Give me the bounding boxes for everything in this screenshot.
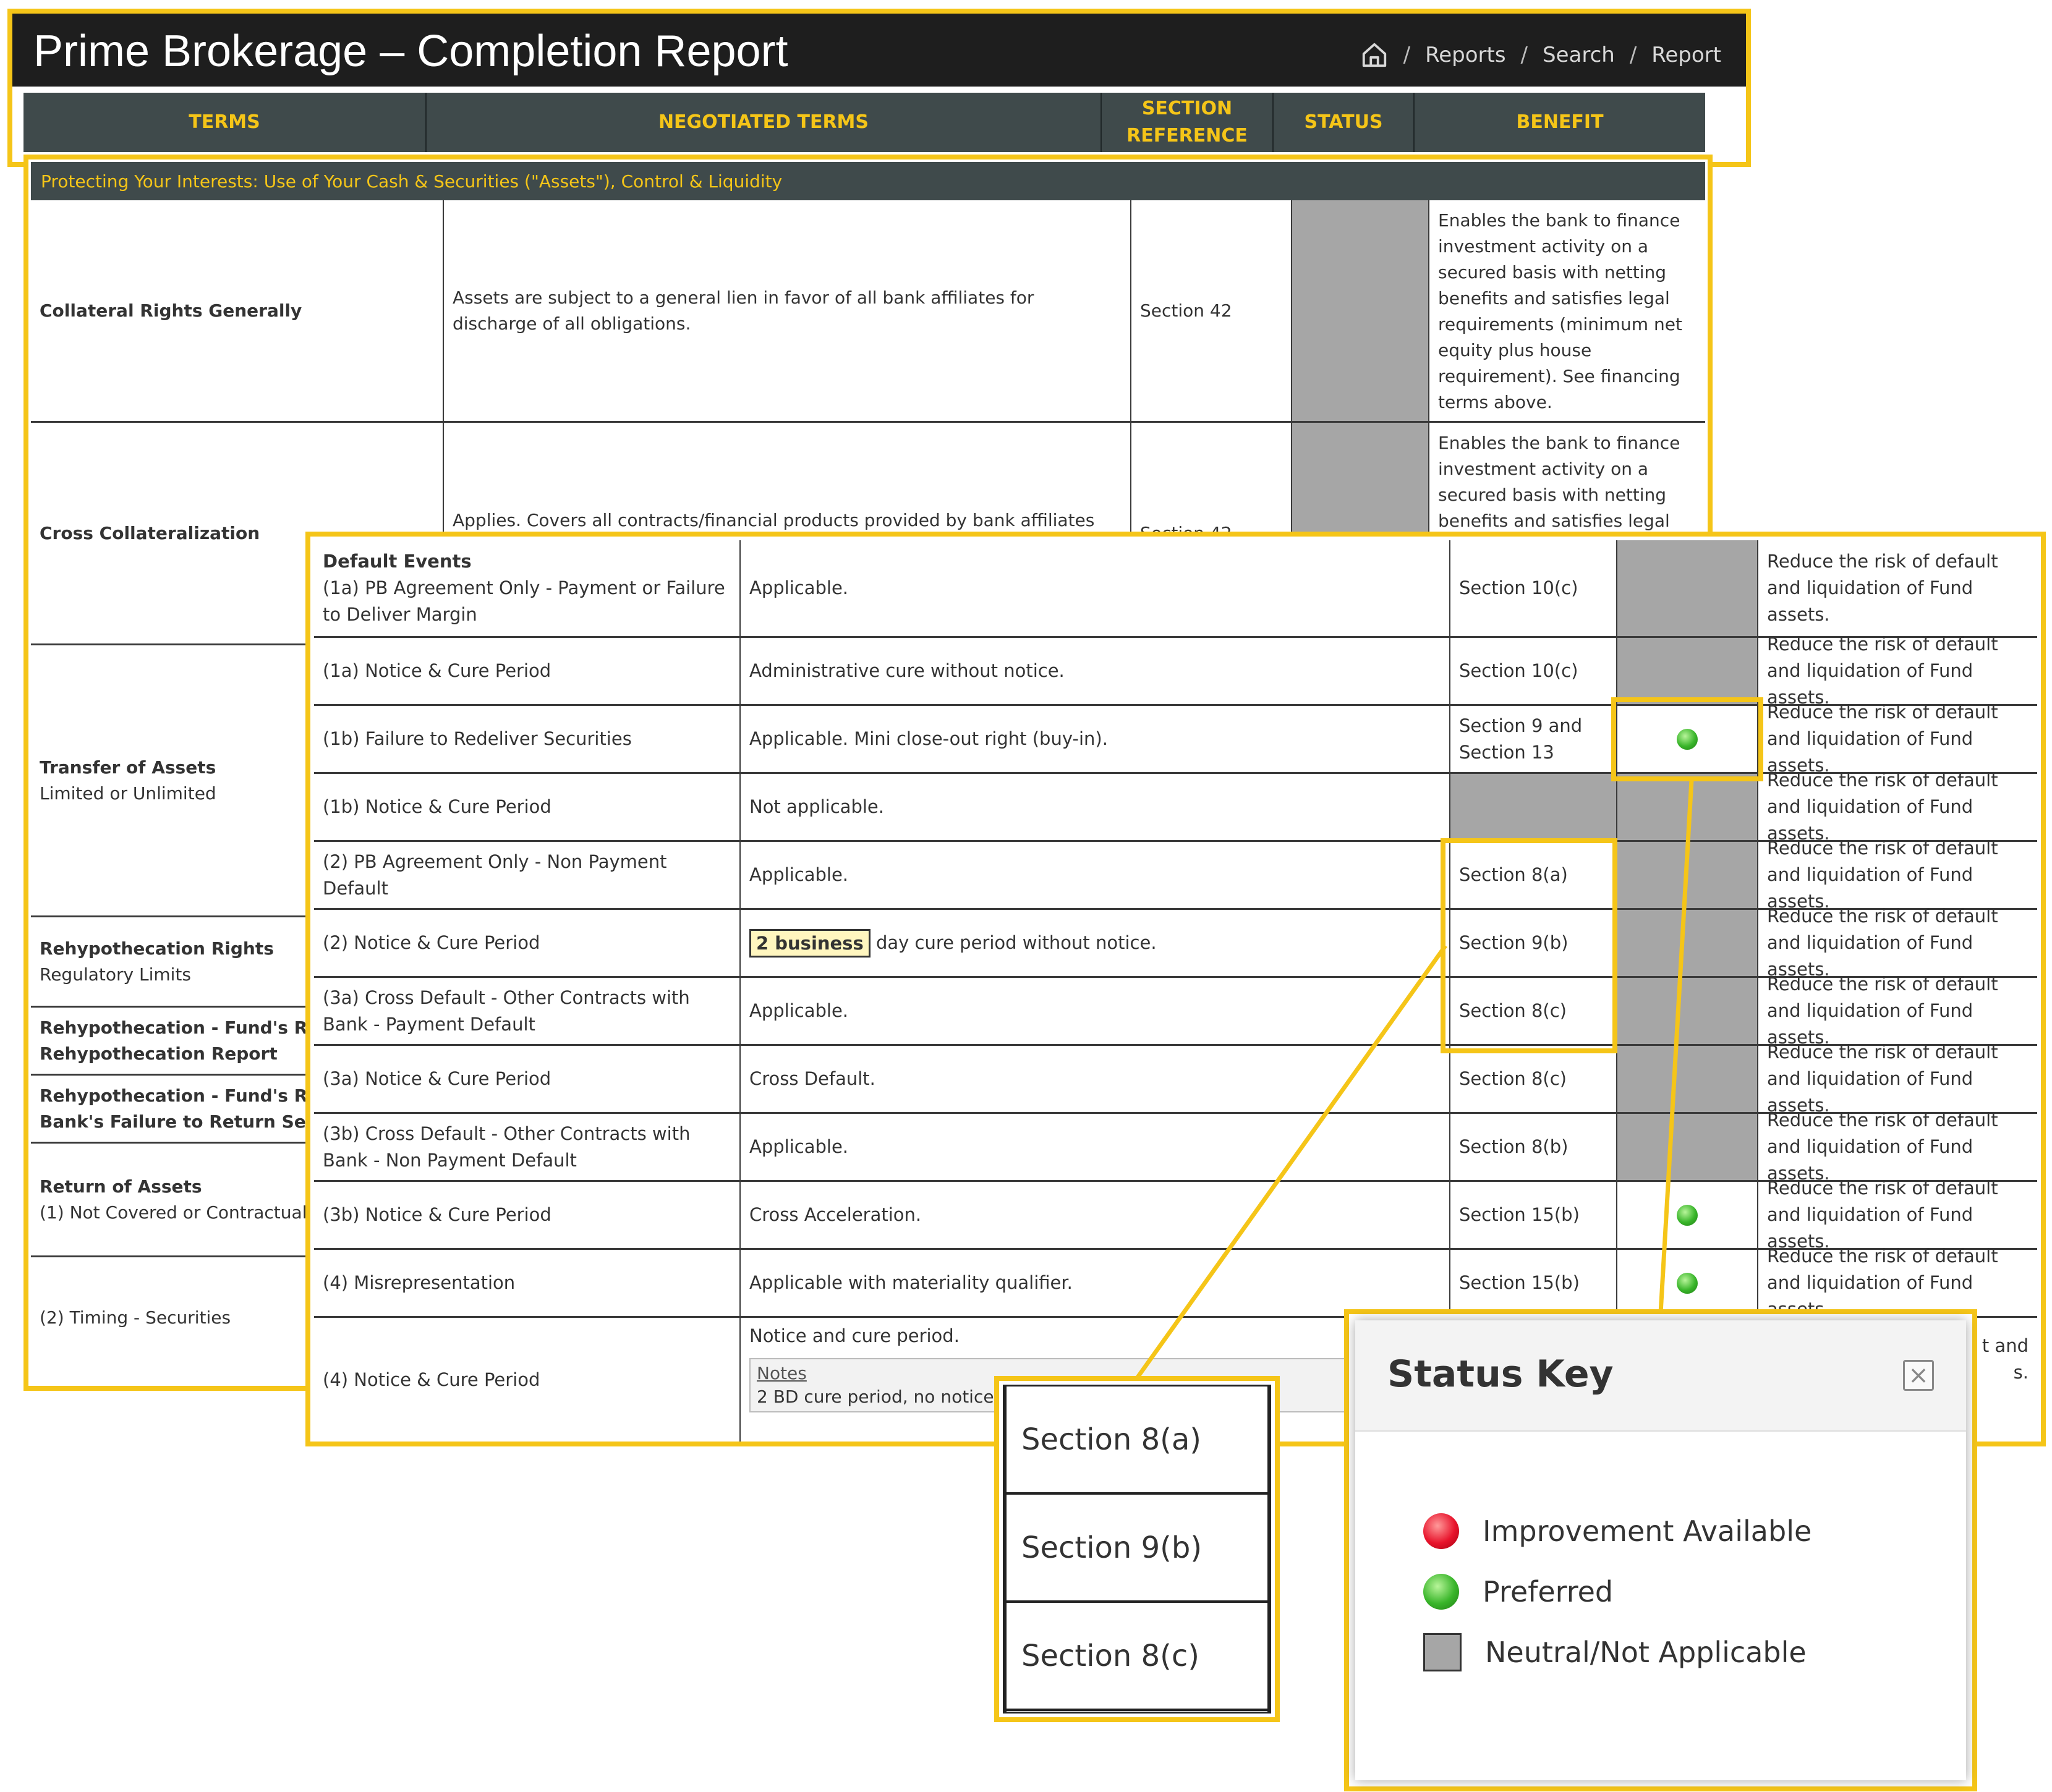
status-key-dialog: Status Key × Improvement Available Prefe… — [1355, 1320, 1966, 1780]
green-dot-icon — [1423, 1574, 1459, 1610]
connector-line — [1658, 779, 1694, 1314]
zoom-section-8a: Section 8(a) — [1007, 1386, 1267, 1495]
gray-square-icon — [1423, 1633, 1462, 1671]
status-key-header: Status Key × — [1355, 1320, 1966, 1432]
section-zoom: Section 8(a) Section 9(b) Section 8(c) — [1003, 1385, 1271, 1713]
key-item-neutral: Neutral/Not Applicable — [1423, 1633, 1807, 1671]
zoom-section-9b: Section 9(b) — [1007, 1495, 1267, 1603]
close-icon[interactable]: × — [1903, 1360, 1934, 1391]
status-key-title: Status Key — [1387, 1352, 1614, 1396]
key-item-improvement: Improvement Available — [1423, 1513, 1811, 1549]
key-item-preferred: Preferred — [1423, 1574, 1613, 1610]
red-dot-icon — [1423, 1513, 1459, 1549]
zoom-section-8c: Section 8(c) — [1007, 1603, 1267, 1711]
